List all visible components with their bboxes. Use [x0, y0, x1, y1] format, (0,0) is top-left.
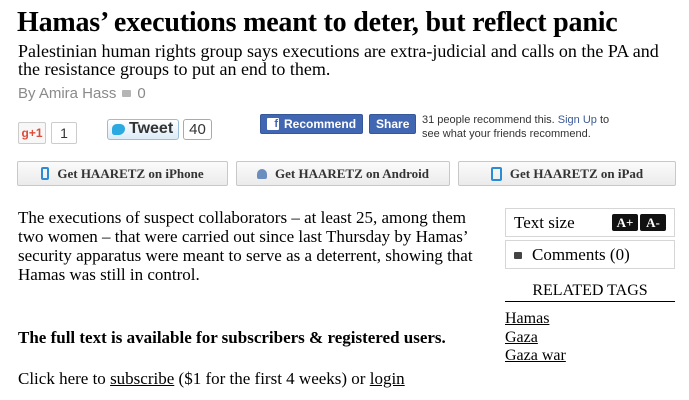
facebook-recommend-label: Recommend	[284, 117, 357, 131]
facebook-share-button[interactable]: Share	[369, 114, 417, 134]
google-plus-widget: g+1 1	[18, 122, 77, 144]
facebook-recommend-count: 31 people recommend this.	[422, 114, 555, 126]
article-subtitle: Palestinian human rights group says exec…	[18, 41, 659, 79]
google-plus-button[interactable]: g+1	[18, 122, 46, 144]
text-size-control: Text size A+ A-	[505, 208, 675, 237]
facebook-icon: f	[267, 118, 279, 130]
twitter-bird-icon	[112, 123, 125, 135]
tag-link[interactable]: Hamas	[505, 310, 566, 329]
google-plus-count: 1	[51, 122, 77, 144]
android-app-label: Get HAARETZ on Android	[275, 165, 429, 181]
comment-bubble-icon	[122, 90, 132, 97]
tweet-label: Tweet	[129, 120, 174, 137]
text-size-buttons: A+ A-	[612, 214, 666, 231]
tweet-count: 40	[183, 118, 212, 140]
tweet-button[interactable]: Tweet	[107, 118, 180, 140]
comments-label: Comments (0)	[532, 244, 630, 264]
facebook-widget: f Recommend Share	[260, 114, 417, 134]
byline: By Amira Hass 0	[18, 85, 146, 102]
comments-button[interactable]: Comments (0)	[505, 240, 675, 269]
related-tags-heading: RELATED TAGS	[505, 282, 675, 302]
related-tags-list: Hamas Gaza Gaza war	[505, 310, 566, 366]
ipad-icon	[490, 166, 502, 181]
facebook-signup-link[interactable]: Sign Up	[558, 114, 597, 126]
android-icon	[257, 168, 267, 179]
comment-icon	[514, 252, 522, 259]
iphone-app-label: Get HAARETZ on iPhone	[57, 165, 204, 181]
iphone-app-button[interactable]: Get HAARETZ on iPhone	[17, 161, 228, 186]
author-name[interactable]: By Amira Hass	[18, 85, 116, 102]
tag-link[interactable]: Gaza	[505, 329, 566, 348]
iphone-icon	[41, 167, 50, 180]
tag-link[interactable]: Gaza war	[505, 347, 566, 366]
facebook-recommend-text: 31 people recommend this. Sign Up to see…	[422, 114, 617, 141]
subscribe-prefix: Click here to	[18, 369, 106, 388]
facebook-recommend-button[interactable]: f Recommend	[260, 114, 364, 134]
ipad-app-label: Get HAARETZ on iPad	[509, 165, 644, 181]
text-size-label: Text size	[514, 212, 575, 232]
ipad-app-button[interactable]: Get HAARETZ on iPad	[458, 161, 676, 186]
subscribe-line: Click here to subscribe ($1 for the firs…	[18, 369, 405, 388]
subscribe-middle: ($1 for the first 4 weeks) or	[178, 369, 366, 388]
article-body: The executions of suspect collaborators …	[18, 208, 473, 284]
android-app-button[interactable]: Get HAARETZ on Android	[236, 161, 450, 186]
twitter-widget: Tweet 40	[107, 118, 212, 140]
increase-text-button[interactable]: A+	[612, 214, 638, 231]
article-title: Hamas’ executions meant to deter, but re…	[17, 7, 618, 38]
decrease-text-button[interactable]: A-	[640, 214, 666, 231]
subscribe-link[interactable]: subscribe	[110, 369, 174, 388]
login-link[interactable]: login	[370, 369, 405, 388]
comment-count[interactable]: 0	[137, 85, 145, 102]
paywall-notice: The full text is available for subscribe…	[18, 328, 446, 347]
